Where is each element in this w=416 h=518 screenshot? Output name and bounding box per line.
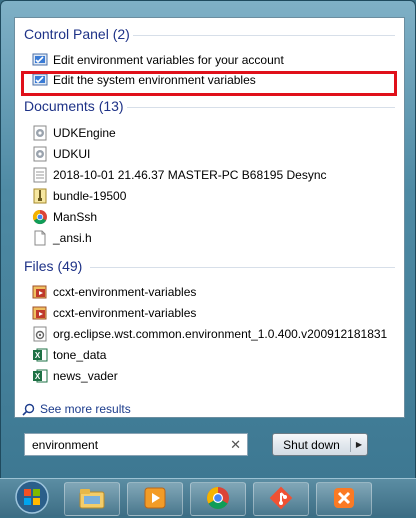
- result-item-ccxt-1[interactable]: ccxt-environment-variables: [32, 282, 392, 301]
- taskbar-media-player[interactable]: [127, 482, 183, 516]
- search-icon: [22, 403, 35, 416]
- group-title-control-panel[interactable]: Control Panel (2): [24, 26, 130, 42]
- search-input[interactable]: environment ✕: [24, 433, 248, 456]
- result-item-udkengine[interactable]: UDKEngine: [32, 123, 392, 142]
- taskbar-chrome[interactable]: [190, 482, 246, 516]
- chrome-icon: [205, 485, 231, 514]
- shutdown-button[interactable]: Shut down ▶: [272, 433, 368, 456]
- archive-file-icon: [32, 188, 48, 204]
- result-item-label: 2018-10-01 21.46.37 MASTER-PC B68195 Des…: [53, 167, 327, 182]
- result-item-ccxt-2[interactable]: ccxt-environment-variables: [32, 303, 392, 322]
- taskbar-xampp[interactable]: [316, 482, 372, 516]
- file-explorer-icon: [78, 486, 106, 513]
- group-title-documents[interactable]: Documents (13): [24, 98, 124, 114]
- result-item-label: ccxt-environment-variables: [53, 305, 197, 320]
- svg-text:X: X: [35, 372, 41, 381]
- svg-text:X: X: [35, 351, 41, 360]
- result-item-label: ManSsh: [53, 209, 98, 224]
- taskbar-file-explorer[interactable]: [64, 482, 120, 516]
- blank-file-icon: [32, 230, 48, 246]
- search-results-panel: Control Panel (2) Edit environment varia…: [14, 17, 405, 418]
- control-panel-icon: [32, 52, 48, 68]
- result-item-label: UDKUI: [53, 146, 91, 161]
- result-item-label: bundle-19500: [53, 188, 127, 203]
- result-item-tone-data[interactable]: X tone_data: [32, 345, 392, 364]
- shutdown-options-arrow-icon[interactable]: ▶: [351, 440, 367, 449]
- result-item-label: UDKEngine: [53, 125, 116, 140]
- highlight-box: [21, 71, 397, 96]
- media-file-icon: [32, 284, 48, 300]
- result-item-label: Edit environment variables for your acco…: [53, 52, 284, 67]
- group-divider: [127, 107, 395, 108]
- media-player-icon: [142, 486, 168, 513]
- group-title-files[interactable]: Files (49): [24, 258, 82, 274]
- xampp-icon: [331, 485, 357, 514]
- result-item-ansi-h[interactable]: _ansi.h: [32, 228, 392, 247]
- start-menu: Control Panel (2) Edit environment varia…: [0, 0, 416, 480]
- result-item-news-vader[interactable]: X news_vader: [32, 366, 392, 385]
- search-input-value: environment: [32, 437, 99, 452]
- see-more-results-link[interactable]: See more results: [22, 402, 131, 416]
- group-divider: [133, 35, 395, 36]
- result-item-label: org.eclipse.wst.common.environment_1.0.4…: [53, 326, 388, 341]
- config-file-icon: [32, 125, 48, 141]
- jar-file-icon: [32, 326, 48, 342]
- see-more-label: See more results: [40, 402, 131, 416]
- shutdown-label: Shut down: [273, 437, 351, 452]
- result-item-desync-log[interactable]: 2018-10-01 21.46.37 MASTER-PC B68195 Des…: [32, 165, 392, 184]
- excel-icon: X: [32, 368, 48, 384]
- group-divider: [90, 267, 395, 268]
- result-item-label: _ansi.h: [53, 230, 92, 245]
- chrome-icon: [32, 209, 48, 225]
- clear-search-icon[interactable]: ✕: [230, 437, 241, 453]
- result-item-edit-env-account[interactable]: Edit environment variables for your acco…: [32, 50, 392, 69]
- result-item-bundle[interactable]: bundle-19500: [32, 186, 392, 205]
- result-item-eclipse-jar[interactable]: org.eclipse.wst.common.environment_1.0.4…: [32, 324, 392, 343]
- result-item-manssh[interactable]: ManSsh: [32, 207, 392, 226]
- result-item-udkui[interactable]: UDKUI: [32, 144, 392, 163]
- result-item-label: tone_data: [53, 347, 107, 362]
- result-item-label: news_vader: [53, 368, 118, 383]
- excel-icon: X: [32, 347, 48, 363]
- start-button[interactable]: [12, 479, 52, 515]
- text-file-icon: [32, 167, 48, 183]
- windows-logo-icon: [12, 480, 52, 518]
- taskbar: [0, 478, 416, 516]
- git-icon: [268, 485, 294, 514]
- taskbar-git[interactable]: [253, 482, 309, 516]
- config-file-icon: [32, 146, 48, 162]
- media-file-icon: [32, 305, 48, 321]
- result-item-label: ccxt-environment-variables: [53, 284, 197, 299]
